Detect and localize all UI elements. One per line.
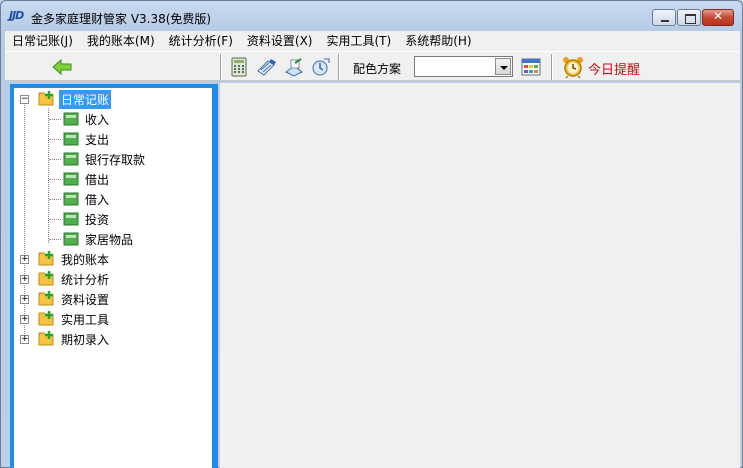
ledger-icon (63, 231, 79, 250)
tree-line (49, 179, 61, 180)
tree-node-label: 期初录入 (61, 333, 110, 347)
ledger-icon (63, 191, 79, 210)
expand-toggle[interactable]: + (20, 315, 29, 324)
tree-node-label: 借入 (85, 193, 110, 207)
notes-icon[interactable] (256, 57, 276, 77)
tree-node-label: 资料设置 (61, 293, 110, 307)
menu-bar: 日常记账(J) 我的账本(M) 统计分析(F) 资料设置(X) 实用工具(T) … (5, 31, 740, 51)
menu-my-ledger[interactable]: 我的账本(M) (80, 32, 162, 50)
toolbar-separator (551, 54, 553, 80)
expand-toggle[interactable]: + (20, 275, 29, 284)
ledger-icon (63, 131, 79, 150)
minimize-button[interactable] (652, 9, 676, 26)
ledger-icon (63, 211, 79, 230)
back-arrow-icon[interactable] (51, 57, 73, 77)
tree-node-label: 支出 (85, 133, 110, 147)
tree-node-label: 日常记账 (59, 90, 112, 109)
export-icon[interactable] (283, 57, 303, 77)
tree-node-label: 投资 (85, 213, 110, 227)
window-controls: ✕ (652, 9, 734, 26)
tree-node-label: 我的账本 (61, 253, 110, 267)
tree-line (48, 108, 49, 243)
close-button[interactable]: ✕ (702, 9, 734, 26)
app-window: JJD 金多家庭理财管家 V3.38(免费版) ✕ 日常记账(J) 我的账本(M… (0, 0, 743, 468)
color-scheme-select[interactable] (414, 56, 513, 77)
ledger-icon (63, 171, 79, 190)
window-title: 金多家庭理财管家 V3.38(免费版) (31, 12, 212, 26)
tree-node-label: 实用工具 (61, 313, 110, 327)
navigation-panel: − 日常记账 收入 支出 银行存取款 借出 借入 投资 家居物品 + 我的账本 … (10, 84, 218, 468)
menu-tools[interactable]: 实用工具(T) (320, 32, 399, 50)
tree-line (49, 159, 61, 160)
folder-icon (38, 290, 56, 310)
expand-toggle[interactable]: + (20, 295, 29, 304)
collapse-toggle[interactable]: − (20, 95, 29, 104)
color-scheme-label: 配色方案 (353, 62, 402, 76)
today-reminder-button[interactable]: 今日提醒 (588, 59, 640, 78)
tree-line (49, 239, 61, 240)
main-content-area (219, 83, 740, 468)
alarm-clock-icon[interactable] (561, 55, 585, 79)
tree-node-label: 收入 (85, 113, 110, 127)
maximize-button[interactable] (677, 9, 701, 26)
tree-line (49, 119, 61, 120)
toolbar-separator (220, 54, 222, 80)
toolbar: 配色方案 今日提醒 (5, 51, 740, 81)
folder-icon (38, 270, 56, 290)
tree-line (49, 219, 61, 220)
folder-icon (38, 250, 56, 270)
navigation-tree: − 日常记账 收入 支出 银行存取款 借出 借入 投资 家居物品 + 我的账本 … (14, 88, 212, 468)
tree-node-label: 借出 (85, 173, 110, 187)
menu-help[interactable]: 系统帮助(H) (398, 32, 478, 50)
folder-icon (38, 310, 56, 330)
title-bar[interactable]: JJD 金多家庭理财管家 V3.38(免费版) ✕ (1, 1, 742, 31)
tree-node-label: 银行存取款 (85, 153, 146, 167)
menu-settings[interactable]: 资料设置(X) (240, 32, 320, 50)
dropdown-arrow-icon[interactable] (495, 58, 511, 75)
ledger-icon (63, 111, 79, 130)
toolbar-separator (338, 54, 340, 80)
palette-grid-icon[interactable] (521, 57, 541, 77)
backup-icon[interactable] (309, 57, 330, 77)
calculator-icon[interactable] (229, 57, 249, 77)
tree-line (49, 199, 61, 200)
folder-icon (38, 90, 56, 110)
tree-node-label: 家居物品 (85, 233, 134, 247)
close-icon: ✕ (712, 9, 724, 23)
tree-line (49, 139, 61, 140)
folder-icon (38, 330, 56, 350)
app-logo-icon: JJD (9, 9, 24, 22)
expand-toggle[interactable]: + (20, 335, 29, 344)
menu-statistics[interactable]: 统计分析(F) (162, 32, 240, 50)
ledger-icon (63, 151, 79, 170)
menu-daily-accounting[interactable]: 日常记账(J) (5, 32, 80, 50)
tree-node-label: 统计分析 (61, 273, 110, 287)
expand-toggle[interactable]: + (20, 255, 29, 264)
tree-line (24, 102, 25, 342)
